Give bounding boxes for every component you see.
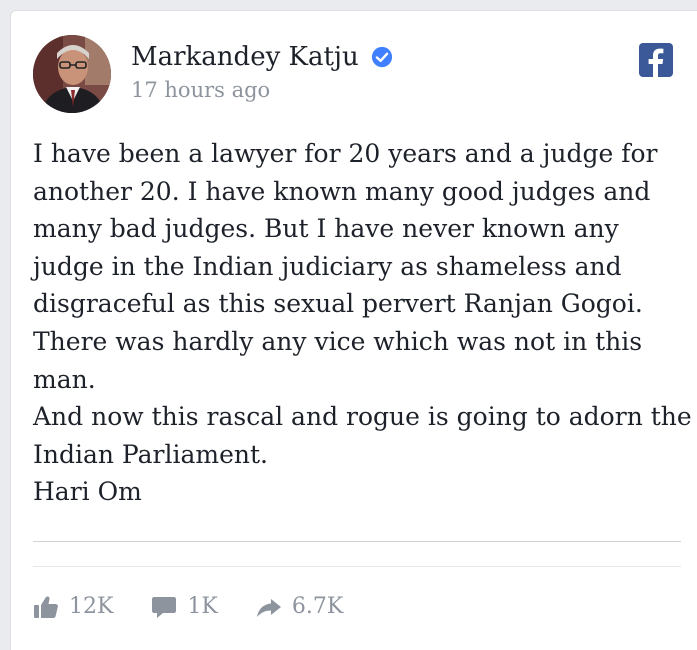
post-paragraph: And now this rascal and rogue is going t… bbox=[33, 402, 692, 469]
author-name[interactable]: Markandey Katju bbox=[131, 41, 393, 73]
share-arrow-icon bbox=[256, 599, 281, 617]
author-name-text[interactable]: Markandey Katju bbox=[131, 41, 359, 73]
thumbs-up-icon bbox=[34, 596, 58, 618]
post-paragraph: I have been a lawyer for 20 years and a … bbox=[33, 139, 666, 394]
avatar[interactable] bbox=[33, 35, 111, 113]
comment-count: 1K bbox=[187, 594, 218, 619]
divider bbox=[33, 541, 681, 542]
avatar-image bbox=[33, 35, 111, 113]
facebook-logo-icon[interactable] bbox=[639, 43, 673, 77]
like-count: 12K bbox=[69, 594, 114, 619]
share-count: 6.7K bbox=[291, 594, 344, 619]
like-button[interactable]: 12K bbox=[33, 593, 113, 621]
comment-bubble-icon bbox=[152, 597, 177, 618]
comment-button[interactable]: 1K bbox=[151, 593, 218, 621]
post-timestamp[interactable]: 17 hours ago bbox=[131, 77, 270, 103]
verified-badge-icon bbox=[371, 46, 392, 68]
post-paragraph: Hari Om bbox=[33, 477, 142, 507]
divider bbox=[33, 566, 681, 567]
engagement-bar: 12K 1K 6.7K bbox=[33, 593, 381, 621]
share-button[interactable]: 6.7K bbox=[256, 593, 343, 621]
post-card: Markandey Katju 17 hours ago I have been… bbox=[10, 10, 697, 650]
post-body: I have been a lawyer for 20 years and a … bbox=[33, 135, 693, 511]
